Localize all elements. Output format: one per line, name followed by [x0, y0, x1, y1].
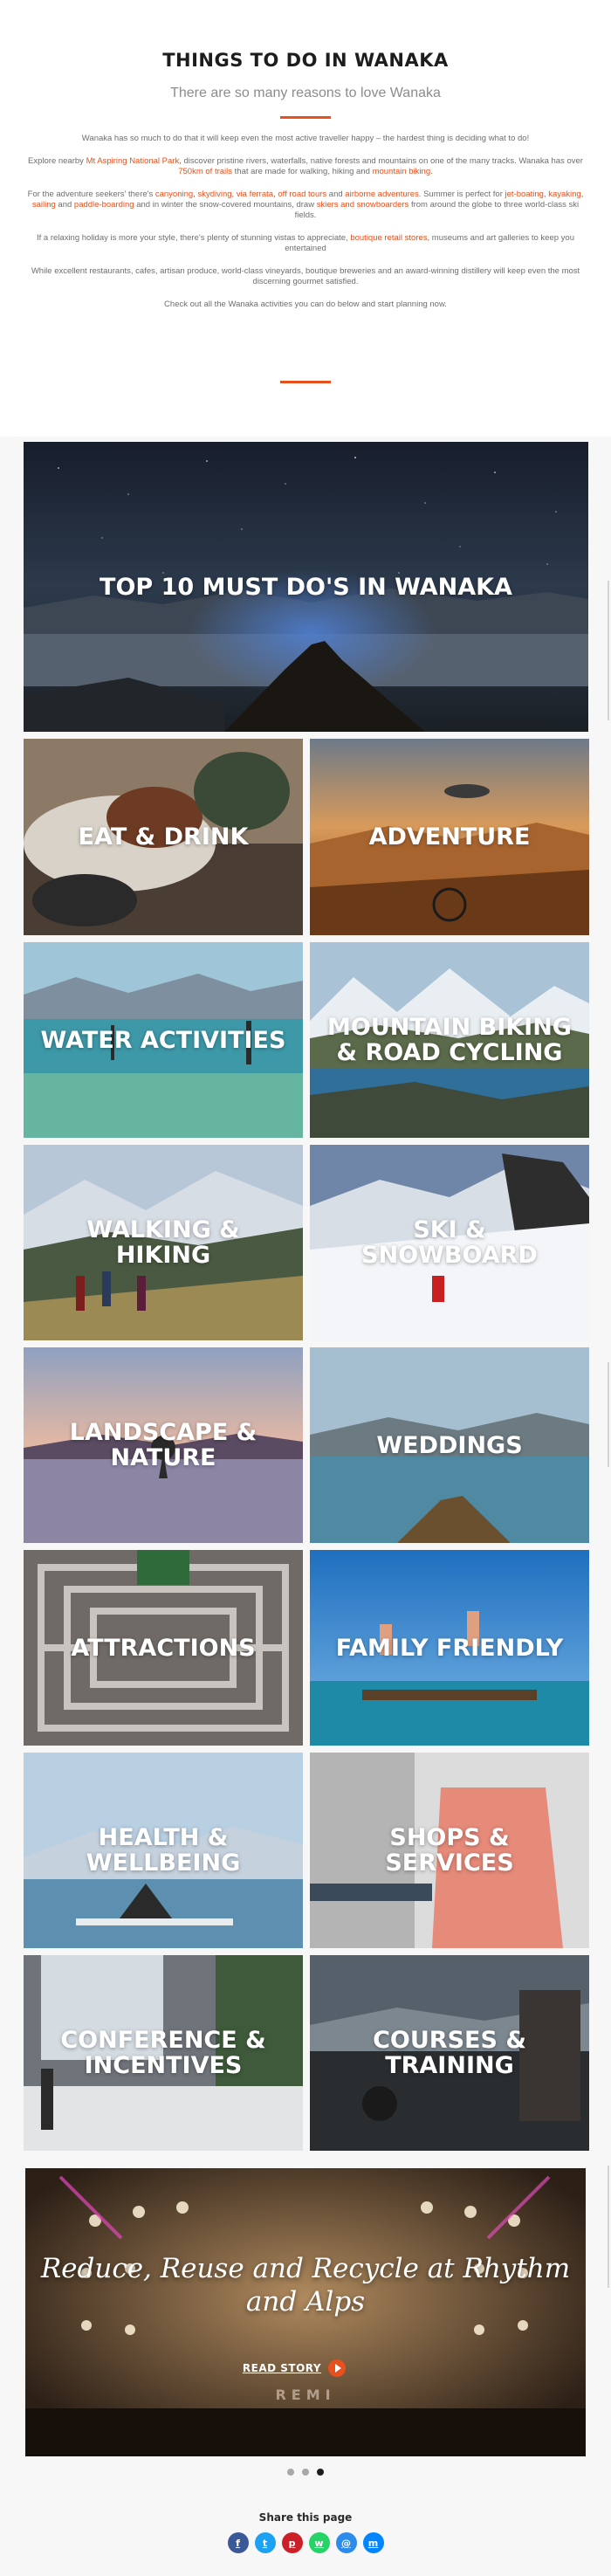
tile-health-wellbeing[interactable]: HEALTH & WELLBEING — [24, 1753, 303, 1948]
text-span: and — [55, 200, 74, 210]
intro-paragraph-1: Wanaka has so much to do that it will ke… — [81, 134, 530, 143]
text-span: If a relaxing holiday is more your style… — [37, 233, 351, 243]
intro-paragraph-6: Check out all the Wanaka activities you … — [164, 300, 447, 309]
share-section: Share this page f t p w @ m — [0, 2480, 611, 2576]
text-span: , — [580, 189, 584, 199]
tile-water-activities[interactable]: WATER ACTIVITIES — [24, 942, 303, 1138]
link-paddle-boarding[interactable]: paddle-boarding — [74, 200, 134, 210]
text-span: . — [430, 167, 433, 176]
tile-label: ADVENTURE — [368, 823, 531, 851]
tile-walking-hiking[interactable]: WALKING & HIKING — [24, 1145, 303, 1340]
stage-sign-text: REMI — [275, 2387, 335, 2403]
pinterest-icon[interactable]: p — [281, 2532, 303, 2553]
tile-label: HEALTH & WELLBEING — [86, 1824, 241, 1877]
tile-label: EAT & DRINK — [78, 823, 249, 851]
link-mt-aspiring[interactable]: Mt Aspiring National Park — [86, 156, 180, 166]
link-sailing[interactable]: sailing — [32, 200, 56, 210]
text-span: , discover pristine rivers, waterfalls, … — [179, 156, 583, 166]
page-title: THINGS TO DO IN WANAKA — [162, 50, 449, 71]
share-icon-list: f t p w @ m — [0, 2532, 611, 2553]
link-airborne-adventures[interactable]: airborne adventures — [345, 189, 419, 199]
link-skydiving[interactable]: skydiving — [197, 189, 231, 199]
text-span: that are made for walking, hiking and — [232, 167, 373, 176]
tile-eat-drink[interactable]: EAT & DRINK — [24, 739, 303, 935]
text-span: and — [326, 189, 346, 199]
twitter-icon[interactable]: t — [254, 2532, 276, 2553]
tile-label: CONFERENCE & INCENTIVES — [60, 2027, 266, 2079]
text-span: For the adventure seekers' there's — [27, 189, 155, 199]
carousel-dot-2[interactable] — [302, 2469, 309, 2476]
link-kayaking[interactable]: kayaking — [548, 189, 581, 199]
link-boutique-retail[interactable]: boutique retail stores — [350, 233, 427, 243]
tile-weddings[interactable]: WEDDINGS — [310, 1347, 589, 1543]
text-span: and in winter the snow-covered mountains… — [134, 200, 317, 210]
facebook-icon[interactable]: f — [227, 2532, 249, 2553]
tile-shops-services[interactable]: SHOPS & SERVICES — [310, 1753, 589, 1948]
tile-family-friendly[interactable]: FAMILY FRIENDLY — [310, 1550, 589, 1746]
intro-paragraph-5: While excellent restaurants, cafes, arti… — [31, 266, 580, 286]
intro-text: Wanaka has so much to do that it will ke… — [23, 134, 588, 322]
tile-landscape-nature[interactable]: LANDSCAPE & NATURE — [24, 1347, 303, 1543]
tile-top-10[interactable]: TOP 10 MUST DO'S IN WANAKA — [24, 442, 588, 732]
tile-label: ATTRACTIONS — [71, 1634, 256, 1662]
feature-overlay: REMI — [275, 2387, 335, 2403]
tile-mountain-biking[interactable]: MOUNTAIN BIKING & ROAD CYCLING — [310, 942, 589, 1138]
tile-attractions[interactable]: ATTRACTIONS — [24, 1550, 303, 1746]
tile-label: WATER ACTIVITIES — [40, 1026, 286, 1054]
tile-label: SHOPS & SERVICES — [385, 1824, 514, 1877]
link-off-road-tours[interactable]: off road tours — [278, 189, 326, 199]
feature-carousel-slide[interactable]: Reduce, Reuse and Recycle at Rhythm and … — [25, 2168, 586, 2456]
tile-courses-training[interactable]: COURSES & TRAINING — [310, 1955, 589, 2151]
intro-paragraph-2: Explore nearby Mt Aspiring National Park… — [23, 156, 588, 177]
tile-label: COURSES & TRAINING — [373, 2027, 526, 2079]
page-subtitle: There are so many reasons to love Wanaka — [170, 86, 441, 100]
share-title: Share this page — [258, 2511, 353, 2524]
link-skiers-snowboarders[interactable]: skiers and snowboarders — [317, 200, 409, 210]
tile-label: MOUNTAIN BIKING & ROAD CYCLING — [327, 1014, 572, 1066]
tile-adventure[interactable]: ADVENTURE — [310, 739, 589, 935]
link-jet-boating[interactable]: jet-boating — [505, 189, 544, 199]
scrollbar-marker — [608, 581, 609, 720]
read-story-button[interactable]: READ STORY — [220, 2357, 368, 2380]
accent-divider-top — [280, 116, 331, 119]
email-icon[interactable]: @ — [335, 2532, 357, 2553]
carousel-dot-1[interactable] — [287, 2469, 294, 2476]
text-span: Explore nearby — [28, 156, 86, 166]
tile-label: TOP 10 MUST DO'S IN WANAKA — [100, 573, 512, 601]
link-mountain-biking[interactable]: mountain biking — [373, 167, 431, 176]
read-story-label: READ STORY — [242, 2362, 322, 2374]
tile-label: SKI & SNOWBOARD — [361, 1216, 538, 1269]
tile-conference-incentives[interactable]: CONFERENCE & INCENTIVES — [24, 1955, 303, 2151]
whatsapp-icon[interactable]: w — [308, 2532, 330, 2553]
link-trails[interactable]: 750km of trails — [178, 167, 232, 176]
tile-ski-snowboard[interactable]: SKI & SNOWBOARD — [310, 1145, 589, 1340]
text-span: . Summer is perfect for — [418, 189, 505, 199]
accent-divider-bottom — [280, 381, 331, 383]
scrollbar-marker — [608, 2166, 609, 2288]
tile-label: WEDDINGS — [376, 1431, 523, 1459]
intro-paragraph-3: For the adventure seekers' there's canyo… — [23, 189, 588, 221]
carousel-dots — [284, 2469, 327, 2477]
intro-paragraph-4: If a relaxing holiday is more your style… — [23, 233, 588, 254]
tile-label: LANDSCAPE & NATURE — [69, 1419, 257, 1471]
carousel-dot-3[interactable] — [317, 2469, 324, 2476]
messenger-icon[interactable]: m — [362, 2532, 384, 2553]
intro-section: THINGS TO DO IN WANAKA There are so many… — [0, 0, 611, 437]
play-icon — [328, 2359, 347, 2377]
tile-label: FAMILY FRIENDLY — [335, 1634, 564, 1662]
link-via-ferrata[interactable]: via ferrata — [237, 189, 273, 199]
link-canyoning[interactable]: canyoning — [155, 189, 193, 199]
tile-label: WALKING & HIKING — [86, 1216, 240, 1269]
scrollbar-marker — [608, 1362, 609, 1467]
